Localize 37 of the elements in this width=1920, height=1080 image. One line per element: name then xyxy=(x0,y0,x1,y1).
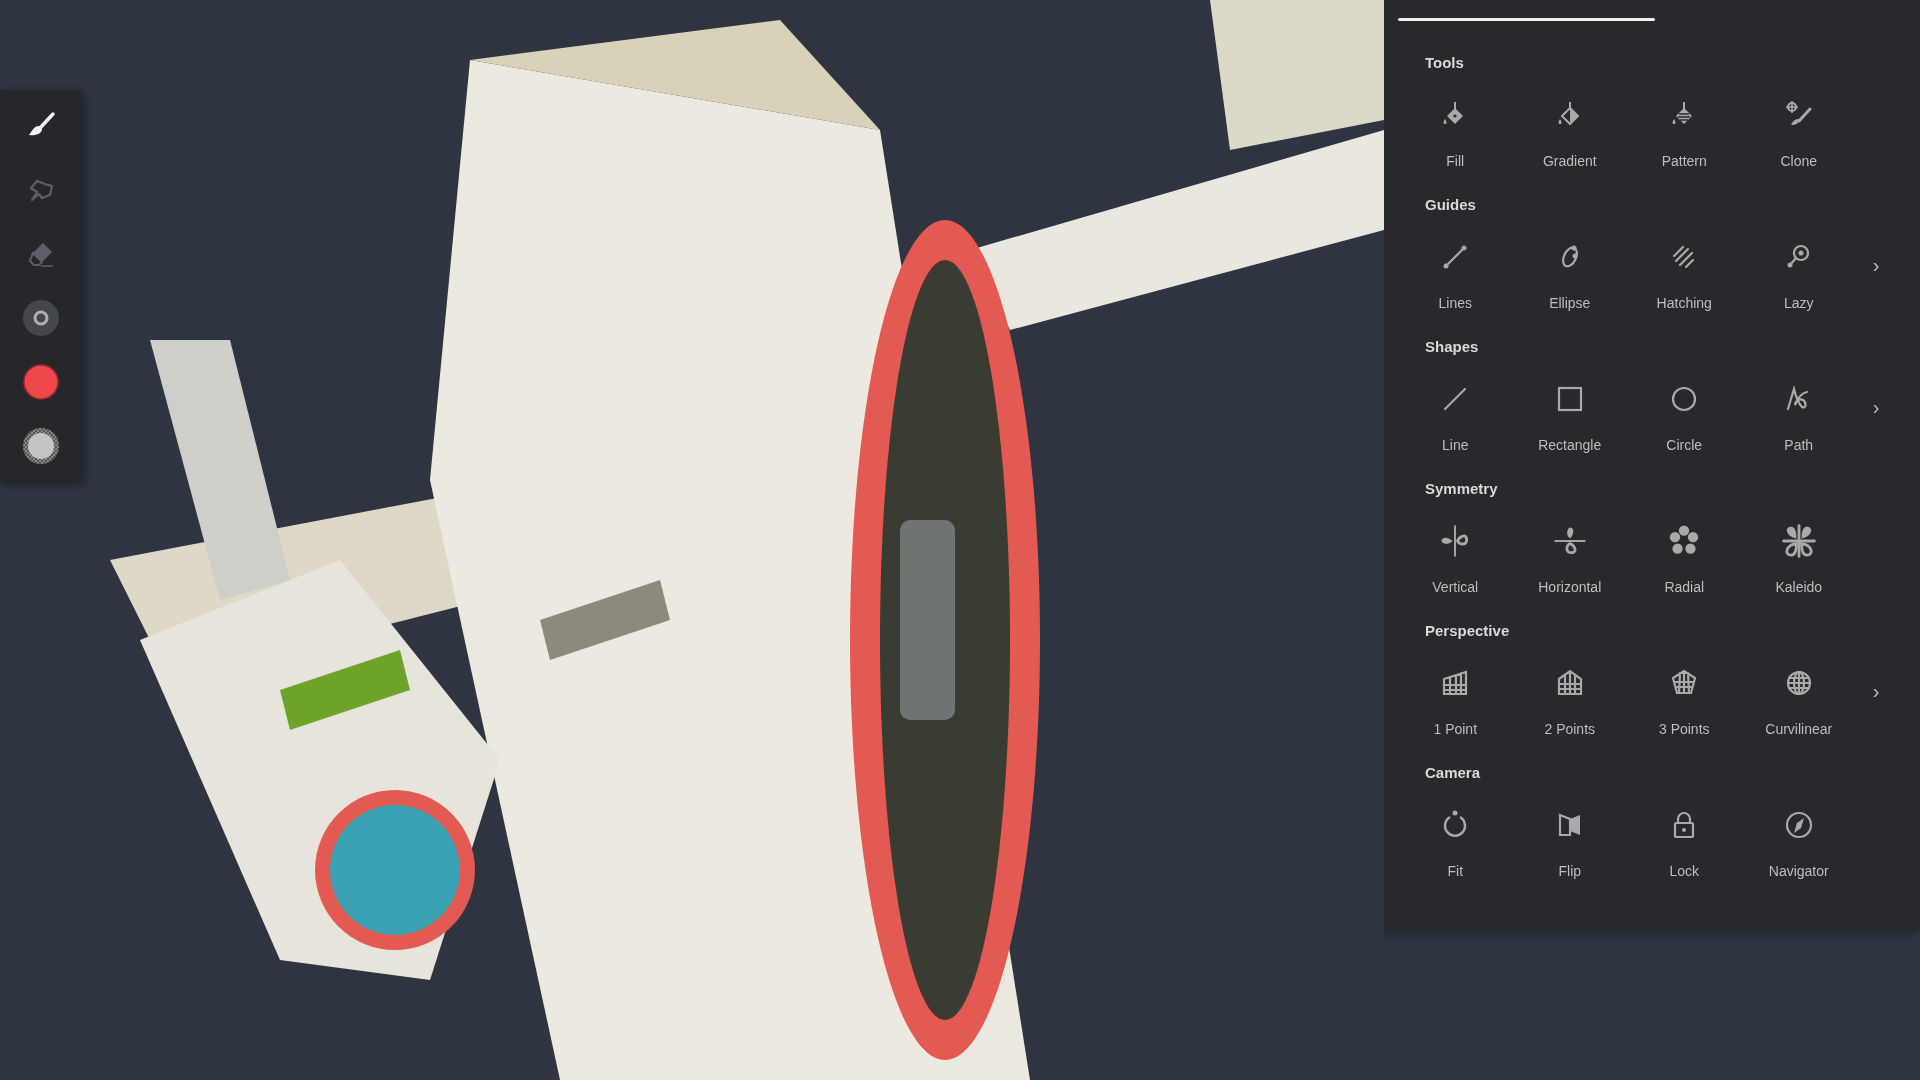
tool-button[interactable]: Pattern xyxy=(1630,91,1739,175)
tool-button[interactable]: Fill xyxy=(1401,91,1510,175)
tool-button[interactable]: Curvilinear xyxy=(1744,659,1853,743)
tool-button[interactable]: Fit xyxy=(1401,801,1510,885)
section-title: Tools xyxy=(1425,53,1464,73)
more-button[interactable]: › xyxy=(1872,253,1880,277)
brush-size-icon[interactable] xyxy=(23,300,59,336)
tool-button[interactable]: Flip xyxy=(1515,801,1624,885)
tool-button[interactable]: Kaleido xyxy=(1744,517,1853,601)
tool-button[interactable]: Vertical xyxy=(1401,517,1510,601)
more-button[interactable]: › xyxy=(1872,395,1880,419)
tool-button[interactable]: Horizontal xyxy=(1515,517,1624,601)
tool-button[interactable]: 1 Point xyxy=(1401,659,1510,743)
kaleidoscope-symmetry-icon xyxy=(1780,523,1817,559)
color-swatch[interactable] xyxy=(23,364,59,400)
tool-button[interactable]: 2 Points xyxy=(1515,659,1624,743)
tool-button[interactable]: Rectangle xyxy=(1515,375,1624,459)
tool-button[interactable]: Path xyxy=(1744,375,1853,459)
tool-button[interactable]: Lazy xyxy=(1744,233,1853,317)
section-title: Guides xyxy=(1425,195,1476,215)
tool-button[interactable]: Hatching xyxy=(1630,233,1739,317)
more-button[interactable]: › xyxy=(1872,679,1880,703)
tool-button[interactable]: Navigator xyxy=(1744,801,1853,885)
tool-button[interactable]: Radial xyxy=(1630,517,1739,601)
tool-button[interactable]: Circle xyxy=(1630,375,1739,459)
tool-button[interactable]: Line xyxy=(1401,375,1510,459)
tool-button[interactable]: Clone xyxy=(1744,91,1853,175)
opacity-icon[interactable] xyxy=(23,428,59,464)
tool-button[interactable]: 3 Points xyxy=(1630,659,1739,743)
tool-button[interactable]: Lines xyxy=(1401,233,1510,317)
section-title: Symmetry xyxy=(1425,479,1498,499)
section-title: Camera xyxy=(1425,763,1481,783)
tool-button[interactable]: Lock xyxy=(1630,801,1739,885)
section-title: Perspective xyxy=(1425,621,1510,641)
section-title: Shapes xyxy=(1425,337,1479,357)
tool-button[interactable]: Ellipse xyxy=(1515,233,1624,317)
tool-button[interactable]: Gradient xyxy=(1515,91,1624,175)
